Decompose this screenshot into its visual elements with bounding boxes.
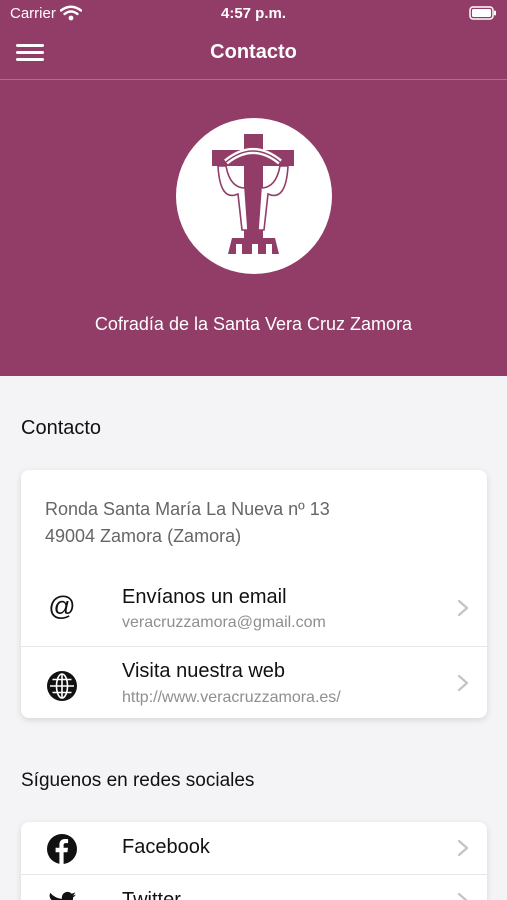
social-section-title: Síguenos en redes sociales [21,770,255,791]
facebook-label: Facebook [122,836,210,858]
chevron-right-icon [457,674,469,692]
twitter-label: Twitter [122,889,181,900]
email-row[interactable]: @ Envíanos un email veracruzzamora@gmail… [21,574,487,646]
globe-icon [47,671,77,701]
status-bar: Carrier 4:57 p.m. [0,0,507,28]
at-sign-icon: @ [48,591,76,621]
website-row[interactable]: Visita nuestra web http://www.veracruzza… [21,646,487,718]
chevron-right-icon [457,839,469,857]
website-url: http://www.veracruzzamora.es/ [122,689,341,706]
email-title: Envíanos un email [122,586,287,608]
battery-icon [469,6,496,20]
contact-section-title: Contacto [21,417,102,439]
chevron-right-icon [457,599,469,617]
social-card: Facebook Twitter [21,822,487,900]
facebook-icon [47,834,77,864]
brotherhood-logo [176,118,332,274]
address-line-1: Ronda Santa María La Nueva nº 13 [45,499,330,519]
brotherhood-name: Cofradía de la Santa Vera Cruz Zamora [94,314,413,334]
email-address: veracruzzamora@gmail.com [122,614,326,631]
content-area: Contacto Ronda Santa María La Nueva nº 1… [0,376,507,900]
status-time: 4:57 p.m. [220,5,287,22]
facebook-row[interactable]: Facebook [21,822,487,874]
header-banner: Cofradía de la Santa Vera Cruz Zamora [0,80,507,376]
twitter-row[interactable]: Twitter [21,874,487,900]
website-title: Visita nuestra web [122,660,286,682]
contact-card: Ronda Santa María La Nueva nº 13 49004 Z… [21,470,487,718]
address: Ronda Santa María La Nueva nº 13 49004 Z… [45,496,330,550]
cross-emblem-icon [212,134,294,254]
chevron-right-icon [457,892,468,900]
twitter-icon [49,891,76,900]
navigation-bar: Contacto [0,28,507,80]
address-line-2: 49004 Zamora (Zamora) [45,526,242,546]
page-title: Contacto [210,41,297,63]
